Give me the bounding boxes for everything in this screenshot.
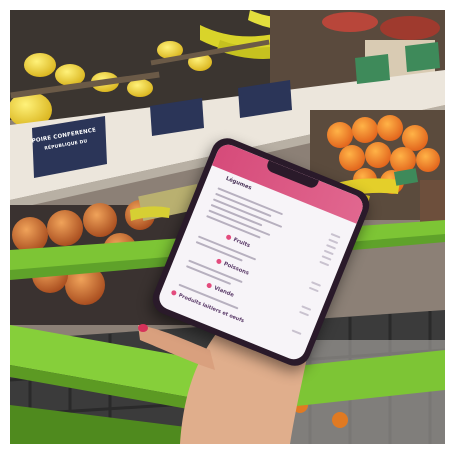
dairy-icon — [170, 289, 178, 297]
meat-icon — [205, 282, 213, 289]
fish-icon — [215, 258, 223, 265]
fruits-icon — [225, 234, 232, 241]
grocery-photo: Légumes Fruits Poissons Viande Produits … — [10, 10, 445, 444]
